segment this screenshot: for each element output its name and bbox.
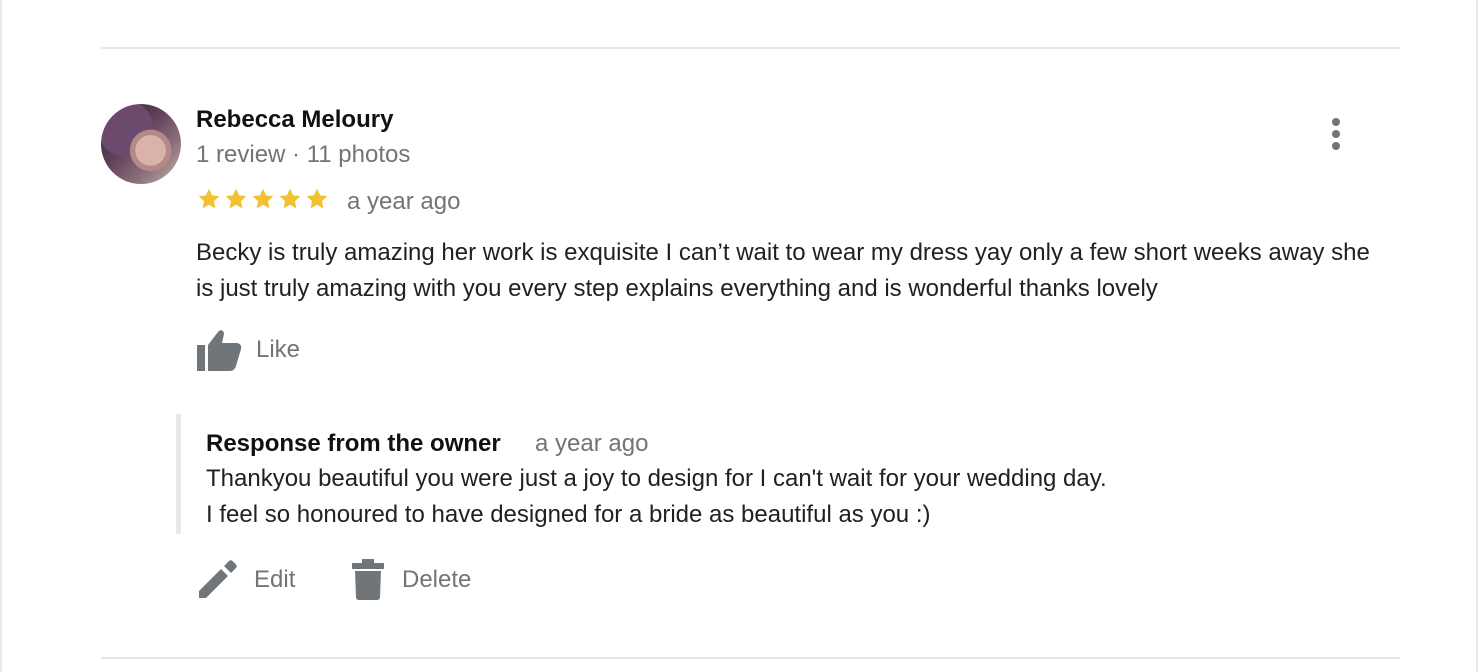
response-text: Thankyou beautiful you were just a joy t… bbox=[206, 465, 1107, 528]
more-vert-icon-dot bbox=[1332, 142, 1340, 150]
pencil-icon bbox=[199, 560, 237, 598]
edit-label: Edit bbox=[254, 566, 296, 593]
reviewer-name[interactable]: Rebecca Meloury bbox=[196, 106, 393, 134]
reviewer-avatar[interactable] bbox=[101, 104, 181, 184]
response-time: a year ago bbox=[535, 430, 649, 457]
edit-response-button[interactable]: Edit bbox=[196, 556, 295, 604]
star-icon bbox=[225, 188, 247, 209]
star-icon bbox=[306, 188, 328, 209]
star-icon bbox=[252, 188, 274, 209]
more-vert-icon-dot bbox=[1332, 130, 1340, 138]
bottom-divider bbox=[101, 657, 1400, 659]
owner-response: Response from the owner a year ago Thank… bbox=[176, 414, 1281, 534]
star-rating bbox=[196, 186, 330, 214]
trash-icon bbox=[352, 559, 384, 600]
delete-response-button[interactable]: Delete bbox=[350, 556, 471, 604]
top-divider bbox=[101, 47, 1400, 49]
response-title: Response from the owner bbox=[206, 430, 501, 457]
star-icon bbox=[279, 188, 301, 209]
page-left-border bbox=[0, 0, 2, 672]
more-vert-icon-dot bbox=[1332, 118, 1340, 126]
review-time: a year ago bbox=[347, 188, 461, 215]
more-options-button[interactable] bbox=[1322, 114, 1350, 154]
star-icon bbox=[198, 188, 220, 209]
like-button[interactable]: Like bbox=[196, 326, 300, 374]
reviewer-meta: 1 review · 11 photos bbox=[196, 141, 411, 168]
thumb-up-icon bbox=[197, 330, 242, 371]
delete-label: Delete bbox=[402, 566, 472, 593]
review-text: Becky is truly amazing her work is exqui… bbox=[196, 239, 1370, 302]
like-label: Like bbox=[256, 336, 301, 363]
